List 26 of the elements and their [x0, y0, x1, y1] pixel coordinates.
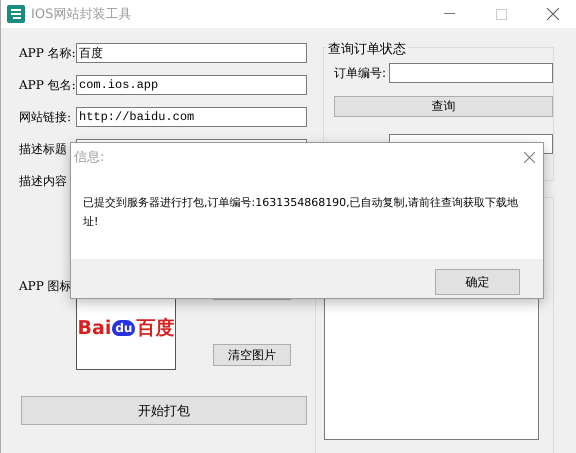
minimize-icon[interactable]: [444, 13, 454, 15]
order-field[interactable]: [389, 63, 553, 83]
query-button[interactable]: 查询: [334, 96, 553, 117]
pack-button[interactable]: 开始打包: [21, 396, 307, 425]
field-label: 订单编号:: [334, 64, 388, 82]
window-title: IOS网站封装工具: [31, 6, 132, 23]
app-icon: [7, 5, 25, 23]
clear-image-button[interactable]: 清空图片: [213, 344, 291, 366]
field-label: 描述标题: [19, 140, 68, 158]
field-label: 网站链接:: [19, 108, 72, 126]
field-label: APP 图标: [19, 278, 73, 294]
close-icon[interactable]: [547, 8, 559, 20]
text-field[interactable]: com.ios.app: [76, 75, 307, 95]
field-label: 描述内容: [19, 172, 68, 190]
paw-logo: du: [112, 320, 136, 336]
ok-button[interactable]: 确定: [435, 269, 520, 295]
dialog-title: 信息:: [74, 149, 104, 166]
logo-text: Bai: [78, 317, 112, 339]
text-field[interactable]: http://baidu.com: [76, 107, 307, 127]
close-icon[interactable]: [524, 152, 535, 162]
dialog-message: 已提交到服务器进行打包,订单编号:1631354868190,已自动复制,请前往查询获取下载地址!: [82, 195, 520, 230]
logo-text: 百度: [136, 316, 174, 341]
field-label: APP 包名:: [19, 76, 76, 94]
text-field[interactable]: 百度: [76, 43, 307, 63]
group-title: 查询订单状态: [326, 40, 408, 58]
field-label: APP 名称:: [19, 44, 76, 62]
